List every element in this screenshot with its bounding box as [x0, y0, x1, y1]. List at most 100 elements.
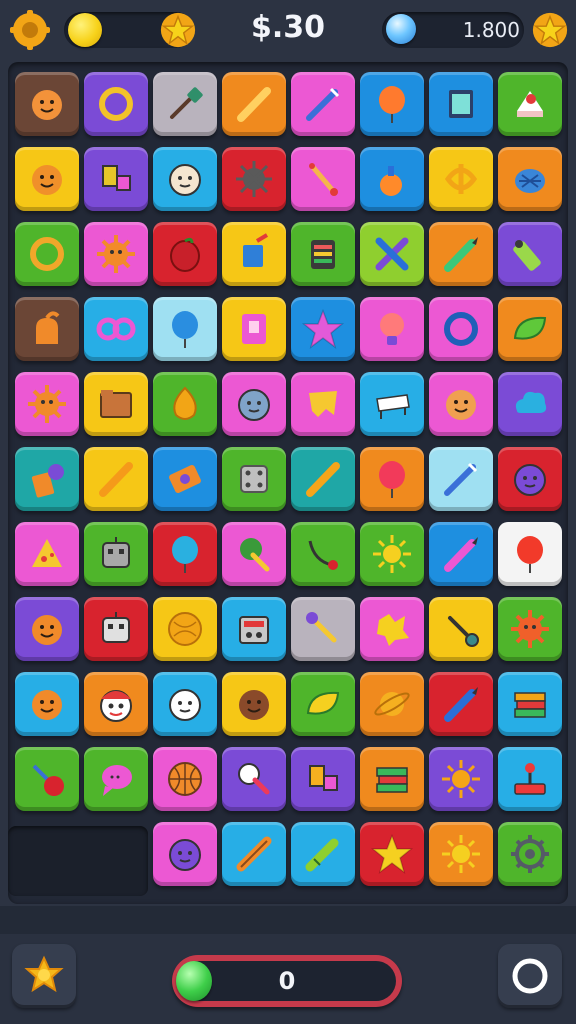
game-tile[interactable] — [291, 522, 355, 586]
game-tile[interactable] — [222, 672, 286, 736]
game-tile[interactable] — [222, 822, 286, 886]
game-tile[interactable] — [153, 72, 217, 136]
game-tile[interactable] — [498, 672, 562, 736]
game-tile[interactable] — [222, 147, 286, 211]
game-tile[interactable] — [291, 597, 355, 661]
game-tile[interactable] — [84, 597, 148, 661]
game-tile[interactable] — [360, 372, 424, 436]
restart-button[interactable] — [498, 944, 562, 1008]
game-tile[interactable] — [153, 822, 217, 886]
game-tile[interactable] — [360, 672, 424, 736]
game-tile[interactable] — [360, 297, 424, 361]
cheese-icon — [32, 539, 62, 567]
game-tile[interactable] — [15, 672, 79, 736]
star-icon — [370, 833, 414, 874]
game-tile[interactable] — [498, 222, 562, 286]
balloon-icon — [172, 311, 198, 348]
game-tile[interactable] — [222, 372, 286, 436]
game-tile[interactable] — [15, 147, 79, 211]
game-tile[interactable] — [84, 747, 148, 811]
blocks-icon — [102, 165, 131, 191]
game-tile[interactable] — [498, 147, 562, 211]
game-tile[interactable] — [429, 222, 493, 286]
game-tile[interactable] — [360, 597, 424, 661]
game-tile[interactable] — [153, 597, 217, 661]
ball-face-icon — [238, 389, 270, 421]
game-tile[interactable] — [498, 297, 562, 361]
game-tile[interactable] — [429, 147, 493, 211]
ball-icon — [168, 612, 202, 646]
game-tile[interactable] — [84, 447, 148, 511]
game-tile[interactable] — [222, 447, 286, 511]
game-tile[interactable] — [429, 447, 493, 511]
game-tile[interactable] — [84, 297, 148, 361]
game-tile[interactable] — [222, 72, 286, 136]
game-tile[interactable] — [429, 747, 493, 811]
game-tile[interactable] — [15, 72, 79, 136]
game-tile[interactable] — [153, 672, 217, 736]
game-tile[interactable] — [291, 822, 355, 886]
game-tile[interactable] — [153, 447, 217, 511]
game-tile[interactable] — [15, 297, 79, 361]
game-tile[interactable] — [291, 72, 355, 136]
game-tile[interactable] — [360, 447, 424, 511]
hook-icon — [308, 540, 338, 570]
game-tile[interactable] — [153, 297, 217, 361]
game-tile[interactable] — [15, 522, 79, 586]
game-tile[interactable] — [360, 747, 424, 811]
game-tile[interactable] — [291, 447, 355, 511]
game-tile[interactable] — [222, 222, 286, 286]
game-tile[interactable] — [153, 372, 217, 436]
game-tile[interactable] — [84, 72, 148, 136]
game-tile[interactable] — [360, 147, 424, 211]
game-tile[interactable] — [153, 747, 217, 811]
game-tile[interactable] — [360, 222, 424, 286]
game-tile[interactable] — [84, 372, 148, 436]
game-tile[interactable] — [291, 747, 355, 811]
game-tile[interactable] — [291, 147, 355, 211]
game-tile[interactable] — [222, 597, 286, 661]
game-tile[interactable] — [498, 822, 562, 886]
game-tile[interactable] — [84, 222, 148, 286]
game-tile[interactable] — [291, 372, 355, 436]
game-tile[interactable] — [429, 522, 493, 586]
game-tile[interactable] — [429, 672, 493, 736]
game-tile[interactable] — [429, 372, 493, 436]
game-tile[interactable] — [429, 72, 493, 136]
game-tile[interactable] — [498, 372, 562, 436]
game-tile[interactable] — [222, 297, 286, 361]
splash-icon — [377, 614, 409, 646]
game-tile[interactable] — [498, 72, 562, 136]
game-tile[interactable] — [498, 522, 562, 586]
star-badge-right-button[interactable] — [530, 10, 570, 50]
game-tile[interactable] — [291, 672, 355, 736]
game-tile[interactable] — [429, 297, 493, 361]
game-tile[interactable] — [15, 747, 79, 811]
game-tile[interactable] — [222, 747, 286, 811]
game-tile[interactable] — [498, 447, 562, 511]
game-tile[interactable] — [360, 822, 424, 886]
game-tile[interactable] — [15, 222, 79, 286]
game-tile[interactable] — [360, 522, 424, 586]
game-tile[interactable] — [429, 822, 493, 886]
game-tile[interactable] — [291, 297, 355, 361]
game-tile[interactable] — [291, 222, 355, 286]
game-tile[interactable] — [15, 372, 79, 436]
game-tile[interactable] — [15, 447, 79, 511]
game-tile[interactable] — [153, 222, 217, 286]
badge-button[interactable] — [12, 944, 76, 1008]
game-tile[interactable] — [222, 522, 286, 586]
game-tile[interactable] — [84, 522, 148, 586]
game-tile[interactable] — [360, 72, 424, 136]
game-tile[interactable] — [429, 597, 493, 661]
game-tile[interactable] — [15, 597, 79, 661]
radio-icon — [239, 616, 269, 644]
game-tile[interactable] — [153, 522, 217, 586]
game-tile[interactable] — [498, 597, 562, 661]
game-tile[interactable] — [84, 672, 148, 736]
game-tile[interactable] — [498, 747, 562, 811]
game-tile[interactable] — [153, 147, 217, 211]
star-badge-button[interactable] — [158, 10, 198, 50]
settings-gear-button[interactable] — [10, 10, 50, 50]
game-tile[interactable] — [84, 147, 148, 211]
